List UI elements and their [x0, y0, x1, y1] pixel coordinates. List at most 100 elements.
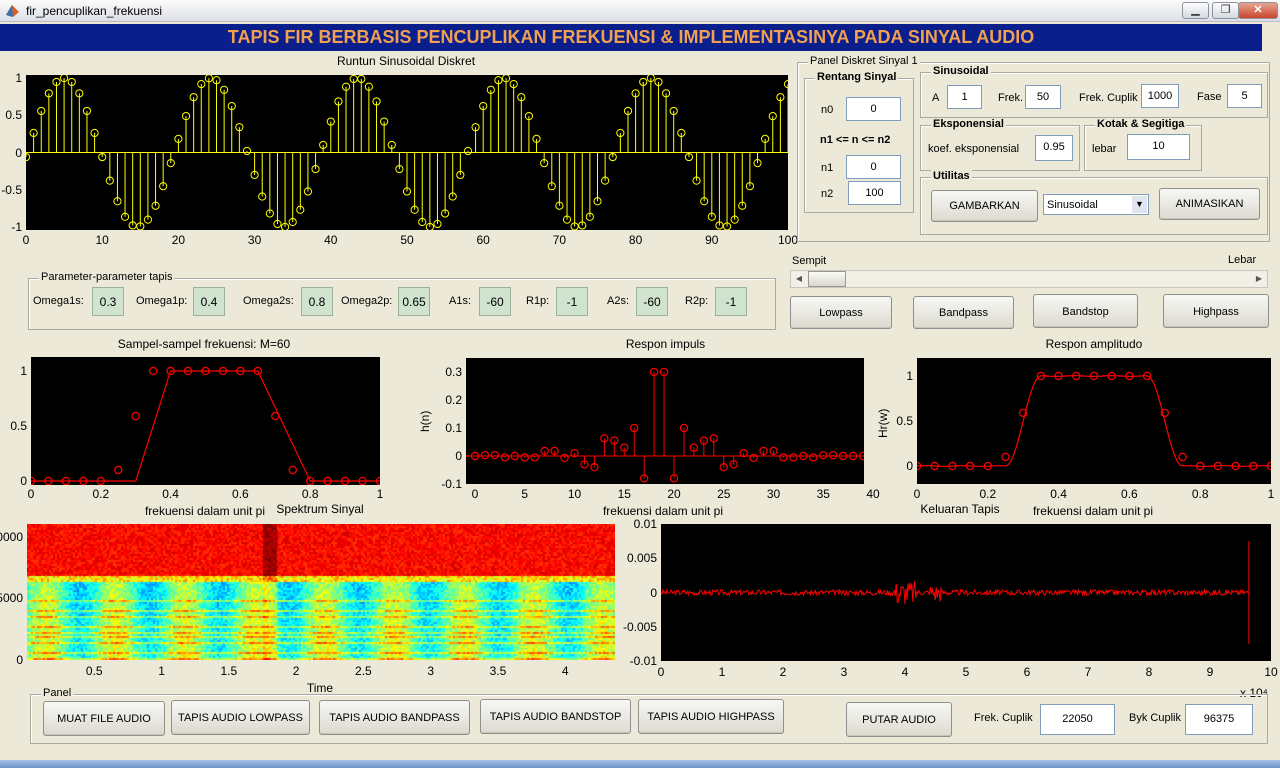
- output-xtick: 6: [1023, 665, 1031, 679]
- samples-xtick: 1: [376, 487, 384, 501]
- sinusoid-plot: [26, 75, 788, 230]
- param-label: A1s:: [449, 295, 472, 307]
- frek-cuplik-audio-input[interactable]: 22050: [1040, 704, 1115, 735]
- frek-cuplik-input[interactable]: 1000: [1141, 84, 1179, 108]
- plot1-title: Runtun Sinusoidal Diskret: [336, 54, 476, 68]
- amp-title: Respon amplitudo: [1045, 337, 1143, 351]
- param-value: -60: [479, 287, 511, 316]
- plot1-ytick: -1: [11, 220, 22, 234]
- spectrum-xtick: 0.5: [85, 664, 103, 678]
- bandpass-button[interactable]: Bandpass: [913, 296, 1014, 329]
- frek-label: Frek.: [998, 92, 1024, 104]
- minimize-button[interactable]: ▁: [1182, 2, 1209, 19]
- matlab-icon: [6, 5, 19, 17]
- param-value: -1: [556, 287, 588, 316]
- koef-input[interactable]: 0.95: [1035, 135, 1073, 161]
- amp-xtick: 0.2: [979, 487, 997, 501]
- plot1-xtick: 80: [628, 233, 643, 247]
- animasikan-button[interactable]: ANIMASIKAN: [1159, 188, 1260, 220]
- taskbar: [0, 760, 1280, 768]
- param-label: Omega1p:: [136, 295, 188, 307]
- slider-right-arrow-icon[interactable]: ▶: [1251, 271, 1267, 287]
- output-xtick: 1: [718, 665, 726, 679]
- spectrogram-plot: [27, 524, 615, 660]
- slider-right-label: Lebar: [1228, 254, 1257, 266]
- params-title: Parameter-parameter tapis: [39, 271, 175, 283]
- window-title: fir_pencuplikan_frekuensi: [26, 4, 163, 18]
- window-titlebar: fir_pencuplikan_frekuensi ▁ ❐ ✕: [0, 0, 1280, 22]
- gambarkan-button[interactable]: GAMBARKAN: [931, 190, 1038, 222]
- tapis-audio-lowpass-button[interactable]: TAPIS AUDIO LOWPASS: [171, 700, 310, 735]
- plot1-xtick: 90: [705, 233, 719, 247]
- samples-ytick: 0: [20, 474, 27, 488]
- fase-input[interactable]: 5: [1227, 84, 1262, 108]
- audio-panel-title: Panel: [41, 687, 74, 699]
- tapis-audio-bandpass-button[interactable]: TAPIS AUDIO BANDPASS: [319, 700, 470, 735]
- chevron-down-icon[interactable]: ▼: [1132, 196, 1147, 213]
- byk-cuplik-input[interactable]: 96375: [1185, 704, 1253, 735]
- param-value: 0.65: [398, 287, 430, 316]
- tapis-audio-bandstop-button[interactable]: TAPIS AUDIO BANDSTOP: [480, 699, 631, 734]
- impulse-xtick: 40: [866, 487, 880, 501]
- frek-input[interactable]: 50: [1025, 85, 1061, 109]
- amp-xtick: 0.6: [1121, 487, 1138, 501]
- plot1-ytick: -0.5: [1, 182, 22, 197]
- n1-input[interactable]: 0: [846, 155, 901, 179]
- bandstop-button[interactable]: Bandstop: [1033, 294, 1138, 328]
- amp-xtick: 0.4: [1050, 487, 1067, 501]
- param-label: Omega2s:: [243, 295, 294, 307]
- amp-xtick: 1: [1267, 487, 1275, 501]
- output-xtick: 5: [962, 665, 970, 679]
- spectrum-xtick: 3.5: [489, 664, 507, 678]
- highpass-button[interactable]: Highpass: [1163, 294, 1269, 328]
- impulse-plot: [466, 358, 864, 484]
- slider-left-arrow-icon[interactable]: ◀: [791, 271, 807, 287]
- maximize-button[interactable]: ❐: [1212, 2, 1239, 19]
- range-condition: n1 <= n <= n2: [820, 134, 891, 146]
- plot1-xtick: 10: [95, 233, 109, 247]
- amp-xtick: 0.8: [1191, 487, 1209, 501]
- output-ytick: 0.005: [626, 551, 657, 566]
- impulse-xtick: 10: [567, 487, 582, 501]
- param-value: -60: [636, 287, 668, 316]
- spectrum-xtick: 1: [158, 664, 165, 678]
- tapis-audio-highpass-button[interactable]: TAPIS AUDIO HIGHPASS: [638, 699, 784, 734]
- output-title: Keluaran Tapis: [920, 502, 1000, 516]
- samples-xtick: 0.6: [232, 487, 249, 501]
- koef-label: koef. eksponensial: [928, 143, 1020, 155]
- muat-file-audio-button[interactable]: MUAT FILE AUDIO: [43, 701, 165, 736]
- samples-title: Sampel-sampel frekuensi: M=60: [117, 337, 291, 351]
- samples-xtick: 0.2: [92, 487, 110, 501]
- output-xtick: 4: [901, 665, 909, 679]
- impulse-ytick: 0: [455, 449, 462, 463]
- impulse-xtick: 25: [717, 487, 731, 501]
- slider-left-label: Sempit: [792, 255, 827, 267]
- signal-type-select[interactable]: Sinusoidal ▼: [1043, 194, 1149, 215]
- param-label: A2s:: [607, 295, 630, 307]
- impulse-ytick: 0.2: [445, 393, 462, 407]
- a-label: A: [932, 92, 940, 104]
- filter-output-plot: [661, 524, 1271, 661]
- plot1-xtick: 70: [552, 233, 567, 247]
- spectrum-ytick: 0: [16, 653, 23, 667]
- plot1-xtick: 60: [476, 233, 490, 247]
- plot1-xtick: 30: [247, 233, 262, 247]
- app-banner: TAPIS FIR BERBASIS PENCUPLIKAN FREKUENSI…: [0, 24, 1262, 51]
- lebar-input[interactable]: 10: [1127, 134, 1190, 160]
- slider-thumb[interactable]: [808, 271, 846, 287]
- close-button[interactable]: ✕: [1238, 2, 1278, 19]
- samples-xtick: 0.8: [301, 487, 319, 501]
- n0-input[interactable]: 0: [846, 97, 901, 121]
- param-value: -1: [715, 287, 747, 316]
- bandwidth-slider[interactable]: ◀ ▶: [790, 270, 1268, 288]
- plot1-xtick: 50: [400, 233, 414, 247]
- output-ytick: 0: [650, 585, 657, 600]
- amp-ytick: 0: [906, 459, 913, 473]
- plot1-ytick: 0.5: [5, 108, 22, 123]
- output-xtick: 8: [1145, 665, 1153, 679]
- spectrum-xtick: 2: [292, 664, 300, 678]
- putar-audio-button[interactable]: PUTAR AUDIO: [846, 702, 952, 737]
- n2-input[interactable]: 100: [848, 181, 901, 205]
- a-input[interactable]: 1: [947, 85, 982, 109]
- lowpass-button[interactable]: Lowpass: [790, 296, 892, 329]
